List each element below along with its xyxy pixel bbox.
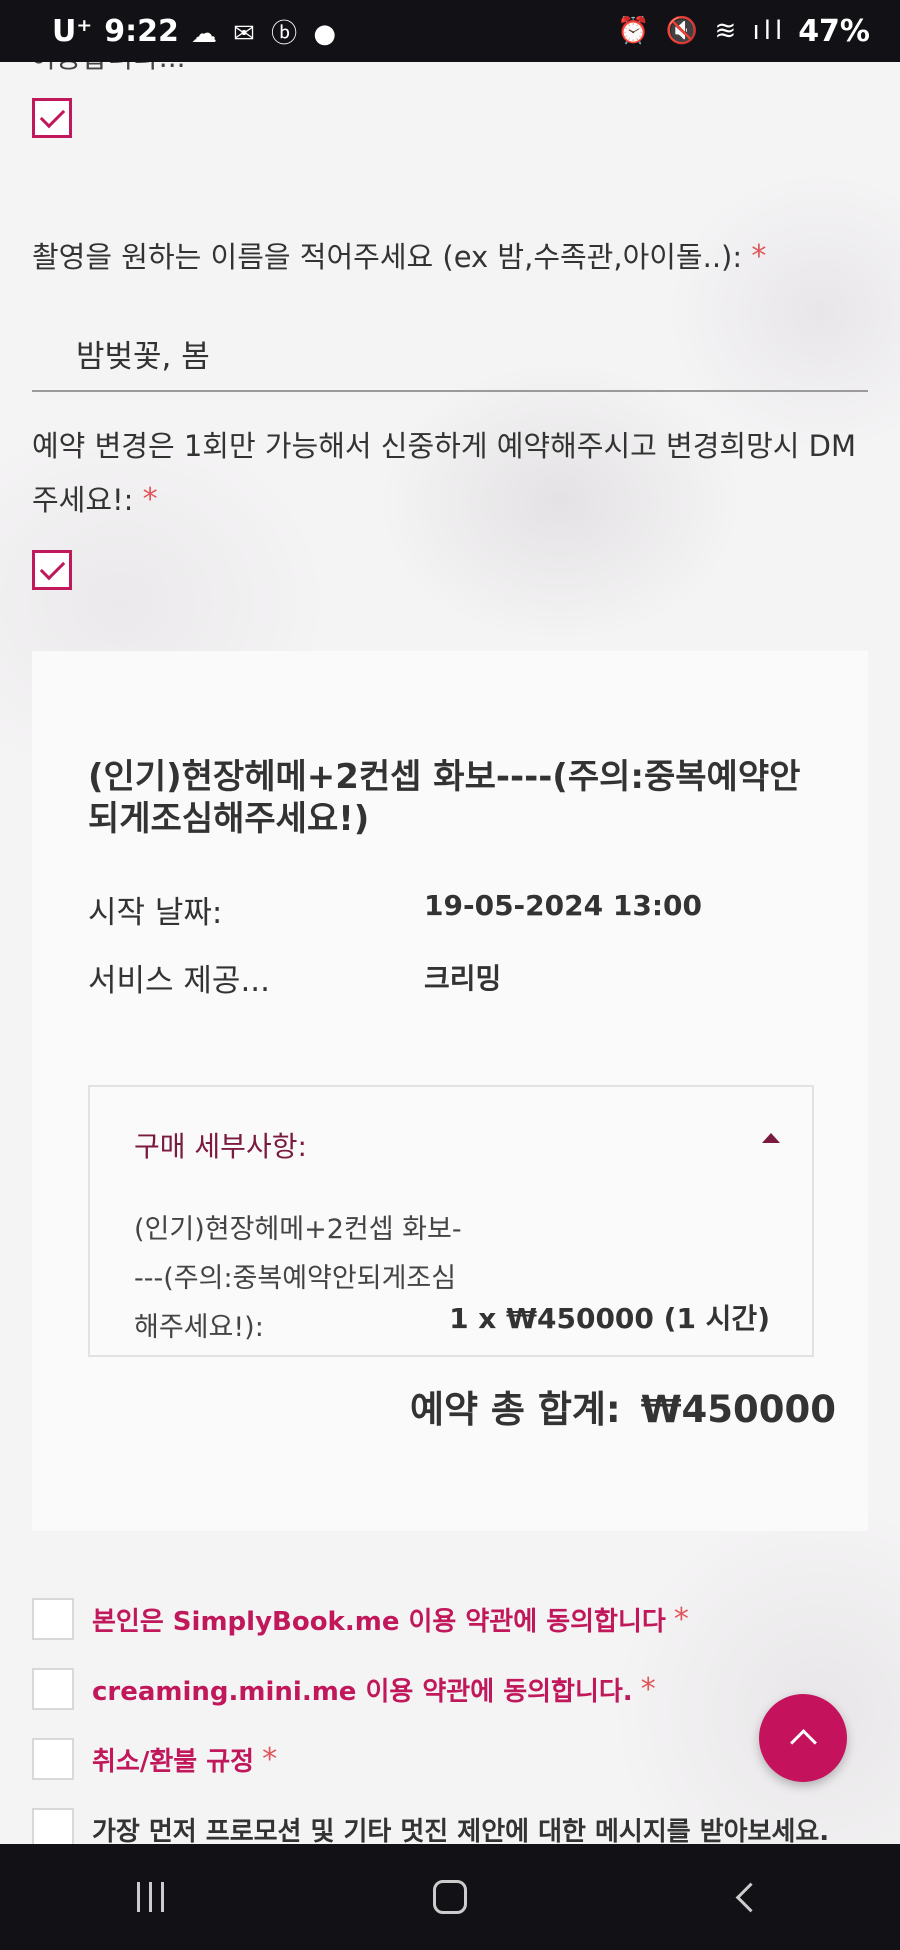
recent-apps-button[interactable]	[110, 1867, 190, 1927]
page-content: 이용합니다... 촬영을 원하는 이름을 적어주세요 (ex 밤,수족관,아이돌…	[0, 62, 900, 1844]
agreement-creaming[interactable]: creaming.mini.me 이용 약관에 동의합니다. *	[32, 1668, 656, 1710]
total-label: 예약 총 합계:	[409, 1388, 621, 1431]
booking-total: 예약 총 합계: ₩450000	[410, 1379, 836, 1433]
start-date-label: 시작 날짜:	[88, 895, 223, 931]
booking-summary-card: (인기)현장헤메+2컨셉 화보----(주의:중복예약안되게조심해주세요!) 시…	[32, 651, 868, 1531]
checkbox[interactable]	[32, 1598, 74, 1640]
scroll-to-top-button[interactable]	[759, 1694, 847, 1782]
system-icons: ⏰ 🔇 ≋ ıll	[617, 16, 787, 46]
checkbox[interactable]	[32, 1738, 74, 1780]
home-button[interactable]	[410, 1867, 490, 1927]
start-date-value: 19-05-2024 13:00	[424, 889, 702, 922]
change-question-label: 예약 변경은 1회만 가능해서 신중하게 예약해주시고 변경희망시 DM 주세요…	[32, 429, 857, 517]
purchase-details-toggle[interactable]: 구매 세부사항:	[134, 1125, 307, 1165]
checkbox-checked[interactable]	[32, 98, 72, 138]
agreement-refund-policy[interactable]: 취소/환불 규정 *	[32, 1738, 277, 1780]
recent-apps-icon	[136, 1882, 164, 1912]
checkbox[interactable]	[32, 1808, 74, 1844]
clock: 9:22	[104, 13, 179, 49]
chevron-up-icon[interactable]	[762, 1133, 780, 1143]
home-icon	[433, 1880, 467, 1914]
provider-label: 서비스 제공...	[88, 963, 271, 999]
item-description: (인기)현장헤메+2컨셉 화보----(주의:중복예약안되게조심해주세요!):	[134, 1214, 462, 1343]
item-quantity-price: 1 x ₩450000 (1 시간)	[449, 1302, 770, 1335]
total-value: ₩450000	[640, 1388, 836, 1431]
change-agree-checkbox[interactable]	[32, 550, 72, 590]
purchase-details-panel: 구매 세부사항: (인기)현장헤메+2컨셉 화보----(주의:중복예약안되게조…	[88, 1085, 814, 1357]
navigation-bar	[0, 1844, 900, 1950]
status-bar: U⁺ 9:22 ☁ ✉ ⓑ ● ⏰ 🔇 ≋ ıll 47%	[0, 0, 900, 62]
name-question-label: 촬영을 원하는 이름을 적어주세요 (ex 밤,수족관,아이돌..): *	[32, 239, 767, 274]
service-title: (인기)현장헤메+2컨셉 화보----(주의:중복예약안되게조심해주세요!)	[88, 757, 801, 839]
partial-question: 이용합니다...	[30, 62, 186, 76]
name-input[interactable]: 밤벚꽃, 봄	[32, 322, 868, 392]
back-button[interactable]	[710, 1867, 790, 1927]
checkbox[interactable]	[32, 1668, 74, 1710]
notification-icons: ☁ ✉ ⓑ ●	[190, 18, 341, 49]
agreement-promotions[interactable]: 가장 먼저 프로모션 및 기타 멋진 제안에 대한 메시지를 받아보세요.	[32, 1808, 829, 1844]
carrier-label: U⁺	[52, 13, 93, 49]
back-icon	[735, 1882, 765, 1912]
provider-value: 크리밍	[424, 962, 502, 995]
battery-level: 47%	[798, 13, 870, 49]
agreement-simplybook[interactable]: 본인은 SimplyBook.me 이용 약관에 동의합니다 *	[32, 1598, 689, 1640]
